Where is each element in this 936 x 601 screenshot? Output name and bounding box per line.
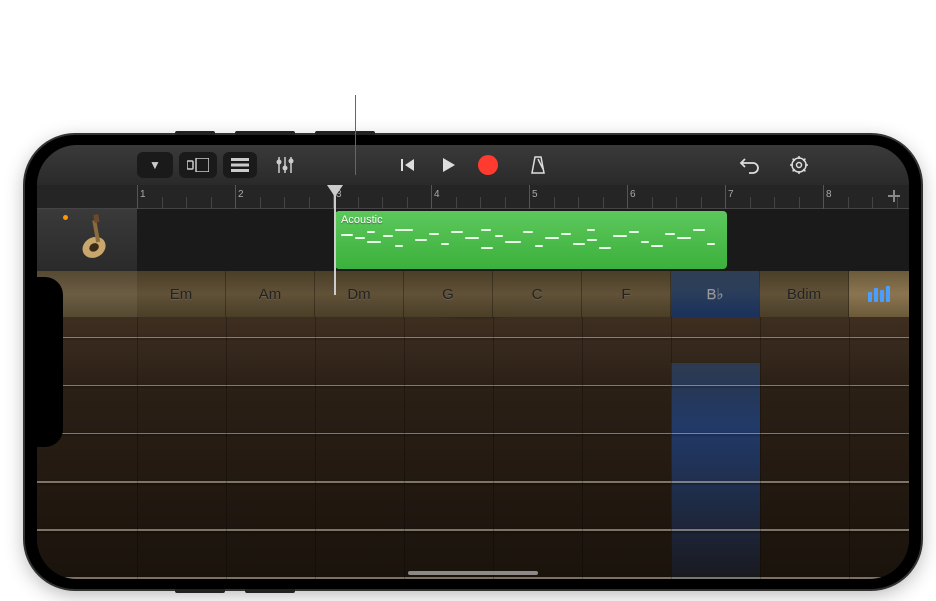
track-timeline[interactable]: Acoustic <box>137 209 909 271</box>
string-3[interactable] <box>37 433 909 434</box>
home-indicator[interactable] <box>408 571 538 575</box>
ruler-bar-7: 7 <box>728 189 734 200</box>
track-automation-dot <box>63 215 68 220</box>
ruler-bar-2: 2 <box>238 189 244 200</box>
chevron-down-icon: ▼ <box>149 158 161 172</box>
chord-Em[interactable]: Em <box>137 271 226 317</box>
toolbar: ▼ <box>37 145 909 185</box>
view-toggle-button[interactable] <box>179 152 217 178</box>
instrument-area: EmAmDmGCFB♭Bdim <box>37 271 909 579</box>
guitar-icon <box>65 207 129 273</box>
tracks-icon <box>231 158 249 172</box>
ruler[interactable]: 12345678 <box>37 185 909 209</box>
tracks-view-button[interactable] <box>223 152 257 178</box>
playhead[interactable] <box>327 185 343 201</box>
undo-button[interactable] <box>739 155 759 175</box>
ruler-bar-8: 8 <box>826 189 832 200</box>
chord-Dm[interactable]: Dm <box>315 271 404 317</box>
string-5[interactable] <box>37 529 909 531</box>
chord-Am[interactable]: Am <box>226 271 315 317</box>
autoplay-button[interactable] <box>849 271 909 317</box>
active-chord-highlight <box>671 363 760 579</box>
track-header[interactable] <box>37 209 137 271</box>
ruler-bar-5: 5 <box>532 189 538 200</box>
chord-strip: EmAmDmGCFB♭Bdim <box>37 271 909 317</box>
annotation-callout-line <box>355 95 356 175</box>
string-1[interactable] <box>37 337 909 338</box>
string-2[interactable] <box>37 385 909 386</box>
play-button[interactable] <box>438 155 458 175</box>
midi-region[interactable]: Acoustic <box>335 211 727 269</box>
chord-F[interactable]: F <box>582 271 671 317</box>
view-icon <box>187 158 209 172</box>
metronome-button[interactable] <box>528 155 548 175</box>
chord-C[interactable]: C <box>493 271 582 317</box>
ruler-bar-4: 4 <box>434 189 440 200</box>
screen: ▼ <box>37 145 909 579</box>
browser-button[interactable]: ▼ <box>137 152 173 178</box>
string-6[interactable] <box>37 577 909 579</box>
go-to-beginning-button[interactable] <box>398 155 418 175</box>
chord-Bb[interactable]: B♭ <box>671 271 760 317</box>
ruler-bar-1: 1 <box>140 189 146 200</box>
settings-button[interactable] <box>789 155 809 175</box>
notch <box>37 277 63 447</box>
add-section-button[interactable] <box>887 189 901 208</box>
autoplay-icon <box>868 286 890 302</box>
ruler-bar-6: 6 <box>630 189 636 200</box>
strings-area[interactable] <box>37 317 909 579</box>
phone-frame: ▼ <box>25 135 921 589</box>
region-label: Acoustic <box>341 214 721 226</box>
track-controls-button[interactable] <box>275 155 295 175</box>
record-button[interactable] <box>478 155 498 175</box>
track-row: Acoustic <box>37 209 909 271</box>
chord-G[interactable]: G <box>404 271 493 317</box>
midi-notes-preview <box>341 229 721 265</box>
chord-Bdim[interactable]: Bdim <box>760 271 849 317</box>
string-4[interactable] <box>37 481 909 483</box>
